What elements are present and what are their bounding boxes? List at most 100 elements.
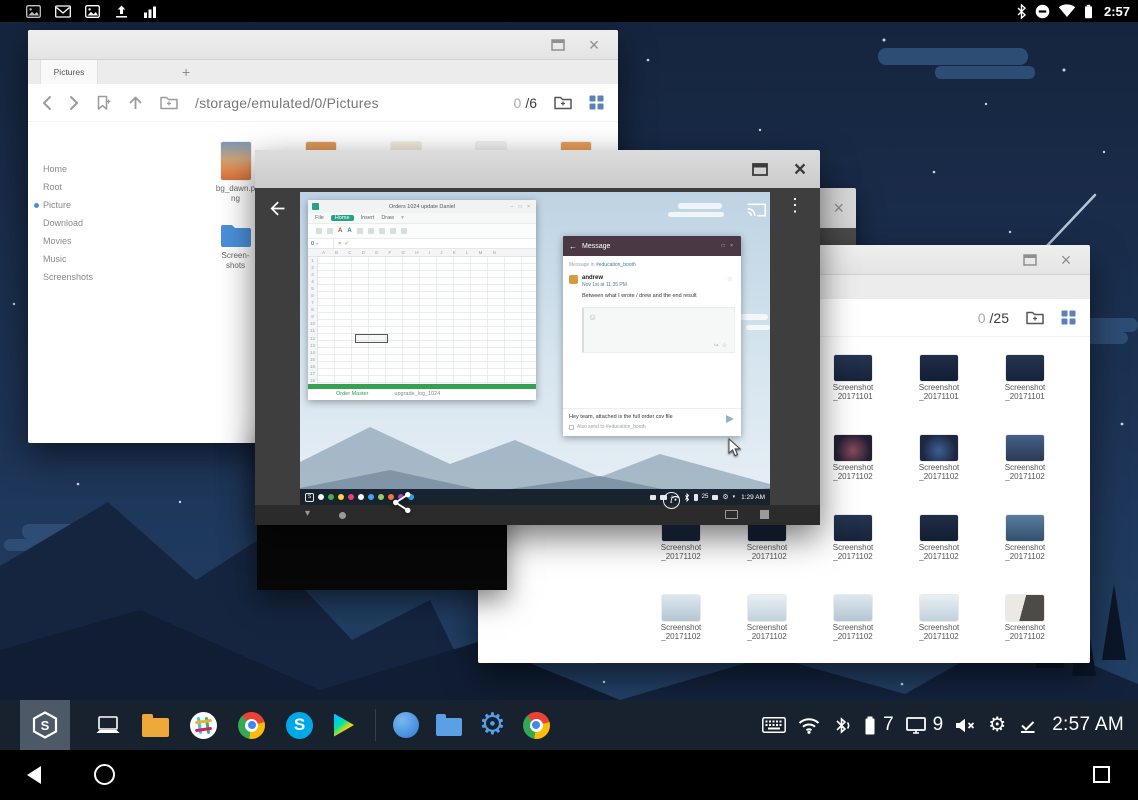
sidebar-item-movies[interactable]: Movies bbox=[28, 232, 193, 250]
window-titlebar[interactable]: × bbox=[255, 150, 820, 188]
spreadsheet-menu: File Home Insert Draw ▾ bbox=[308, 213, 536, 224]
screenshot-taskbar: S 25 ⚙ ▾ 1:29 AM bbox=[300, 489, 770, 505]
window-titlebar[interactable]: × bbox=[28, 30, 618, 60]
settings-icon[interactable]: ⚙ bbox=[988, 715, 1006, 735]
file-item[interactable]: Screenshot _20171102 bbox=[810, 515, 896, 581]
bookmark-add-icon[interactable] bbox=[96, 95, 111, 111]
file-item[interactable]: Screenshot _20171102 bbox=[896, 595, 982, 661]
keyboard-icon[interactable] bbox=[762, 717, 786, 733]
display-icon[interactable] bbox=[906, 717, 926, 734]
forward-icon[interactable] bbox=[69, 95, 79, 111]
sidebar-item-home[interactable]: Home bbox=[28, 160, 193, 178]
file-item[interactable]: Screenshot _20171102 bbox=[810, 435, 896, 501]
image-notification-icon[interactable] bbox=[85, 5, 100, 18]
chromium-icon[interactable] bbox=[523, 712, 550, 739]
laptop-icon[interactable] bbox=[95, 716, 121, 735]
slack-icon[interactable] bbox=[190, 712, 217, 739]
sidebar-item-screenshots[interactable]: Screenshots bbox=[28, 268, 193, 286]
sidebar-item-root[interactable]: Root bbox=[28, 178, 193, 196]
close-button[interactable]: × bbox=[576, 30, 612, 59]
clock[interactable]: 2:57 AM bbox=[1052, 714, 1124, 736]
tab-pictures[interactable]: Pictures bbox=[40, 60, 98, 84]
toolbar: /storage/emulated/0/Pictures 0/6 bbox=[28, 84, 618, 122]
record-icon[interactable] bbox=[339, 512, 346, 519]
overflow-menu-icon[interactable]: ⋮ bbox=[786, 196, 804, 214]
cell-grid: 1 2 3 4 5 6 7 8 9 10 11 12 13 14 15 16 1… bbox=[308, 257, 536, 384]
back-icon[interactable] bbox=[42, 95, 52, 111]
bluetooth-icon bbox=[1016, 4, 1027, 19]
file-item[interactable]: Screenshot _20171102 bbox=[896, 435, 982, 501]
file-item[interactable]: Screenshot _20171102 bbox=[982, 595, 1068, 661]
add-folder-icon[interactable] bbox=[1026, 310, 1044, 325]
message-header: ← Message □ × bbox=[563, 236, 741, 256]
cell-selection bbox=[355, 334, 388, 343]
volume-muted-icon[interactable] bbox=[955, 717, 976, 734]
status-bar[interactable]: 2:57 bbox=[0, 0, 1138, 22]
share-icon[interactable] bbox=[391, 491, 413, 514]
file-item[interactable]: Screenshot _20171101 bbox=[810, 355, 896, 421]
file-manager-icon[interactable] bbox=[142, 718, 169, 737]
file-item[interactable]: Screenshot _20171102 bbox=[638, 595, 724, 661]
close-button[interactable]: × bbox=[780, 150, 820, 188]
files-app-icon[interactable] bbox=[393, 712, 419, 738]
file-item[interactable]: Screenshot _20171102 bbox=[724, 595, 810, 661]
file-label: Screenshot _20171102 bbox=[833, 464, 873, 481]
settings-icon[interactable]: ⚙ bbox=[479, 712, 506, 738]
taskbar: S S ⚙ 7 9 ⚙ 2:57 AM bbox=[0, 700, 1138, 750]
sidebar-item-download[interactable]: Download bbox=[28, 214, 193, 232]
wifi-icon[interactable] bbox=[798, 717, 820, 734]
sidebar-item-music[interactable]: Music bbox=[28, 250, 193, 268]
info-icon[interactable]: i bbox=[663, 492, 680, 509]
folder-icon[interactable] bbox=[436, 718, 462, 736]
chart-notification-icon[interactable] bbox=[143, 5, 157, 18]
file-item[interactable]: Screenshot _20171102 bbox=[982, 435, 1068, 501]
sidebar-item-picture[interactable]: Picture bbox=[28, 196, 193, 214]
screenshot-start-icon: S bbox=[305, 493, 314, 502]
battery-count: 7 bbox=[883, 714, 894, 736]
file-thumbnail bbox=[1006, 515, 1044, 541]
notification-icons[interactable] bbox=[26, 4, 157, 18]
play-store-icon[interactable] bbox=[334, 714, 354, 737]
update-check-icon[interactable] bbox=[1018, 716, 1037, 734]
stop-icon[interactable] bbox=[760, 510, 769, 519]
maximize-button[interactable] bbox=[540, 30, 576, 59]
collapse-icon[interactable]: ▾ bbox=[305, 508, 310, 519]
recents-button[interactable] bbox=[1093, 766, 1110, 783]
grid-view-icon[interactable] bbox=[589, 95, 604, 110]
up-directory-icon[interactable] bbox=[128, 95, 143, 111]
launcher-button[interactable]: S bbox=[20, 700, 70, 750]
add-folder-icon[interactable] bbox=[554, 95, 572, 110]
bluetooth-icon[interactable] bbox=[832, 716, 852, 735]
close-button[interactable]: × bbox=[1048, 245, 1084, 274]
file-item[interactable]: Screenshot _20171101 bbox=[896, 355, 982, 421]
file-item[interactable]: Screenshot _20171102 bbox=[896, 515, 982, 581]
new-folder-icon[interactable] bbox=[160, 95, 178, 110]
sender-name: andrew bbox=[582, 275, 627, 282]
photo-notification-icon[interactable] bbox=[26, 5, 41, 18]
back-icon[interactable] bbox=[267, 198, 288, 219]
home-button[interactable] bbox=[94, 764, 115, 785]
cloud-shape bbox=[740, 314, 768, 320]
send-icon bbox=[726, 415, 734, 423]
skype-icon[interactable]: S bbox=[286, 712, 313, 739]
mail-notification-icon[interactable] bbox=[55, 5, 71, 18]
maximize-button[interactable] bbox=[740, 150, 780, 188]
display-icon[interactable] bbox=[725, 510, 738, 519]
navigation-bar bbox=[0, 750, 1138, 800]
new-tab-button[interactable]: + bbox=[182, 64, 190, 80]
battery-icon[interactable] bbox=[864, 716, 876, 735]
file-item[interactable]: Screenshot _20171101 bbox=[982, 355, 1068, 421]
back-button[interactable] bbox=[24, 764, 44, 786]
cast-icon[interactable] bbox=[746, 201, 767, 219]
file-item[interactable]: Screenshot _20171102 bbox=[982, 515, 1068, 581]
close-button[interactable]: × bbox=[833, 198, 844, 219]
grid-view-icon[interactable] bbox=[1061, 310, 1076, 325]
chrome-icon[interactable] bbox=[238, 712, 265, 739]
file-label: Screenshot _20171102 bbox=[1005, 624, 1045, 641]
desktop: 2:57 × Pictures + /storage/emulated/0/Pi… bbox=[0, 0, 1138, 800]
file-item[interactable]: Screenshot _20171102 bbox=[810, 595, 896, 661]
upload-notification-icon[interactable] bbox=[114, 4, 129, 18]
system-status-icons[interactable]: 2:57 bbox=[1016, 4, 1130, 19]
maximize-button[interactable] bbox=[1012, 245, 1048, 274]
screenshot-spreadsheet-window: Orders 1024 update Daniel – □ × File Hom… bbox=[308, 200, 536, 400]
